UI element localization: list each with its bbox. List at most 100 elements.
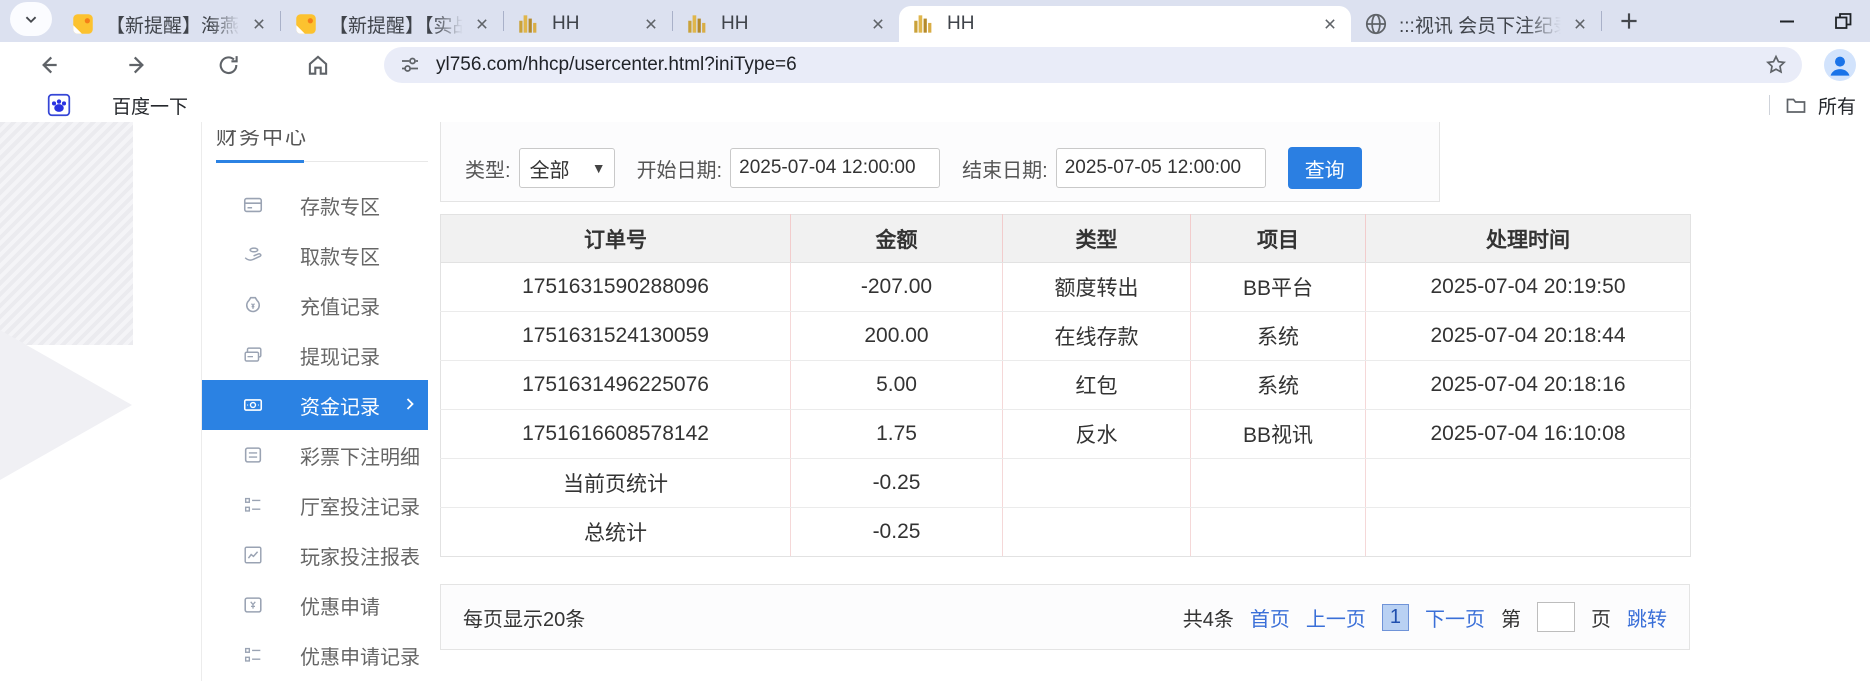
sidebar-item-deposit-zone[interactable]: 存款专区 [202, 180, 428, 230]
site-settings-icon[interactable] [398, 53, 422, 77]
cell-empty [1366, 508, 1691, 557]
tab-close-icon[interactable] [1569, 13, 1591, 35]
tab-divider [1601, 11, 1602, 31]
sidebar-item-label: 取款专区 [300, 241, 380, 270]
sidebar-item-player-bet-report[interactable]: 玩家投注报表 [202, 530, 428, 580]
start-date-label: 开始日期: [637, 154, 723, 183]
tab-title: HH [552, 13, 632, 35]
page-content: 财务中心 存款专区 取款专区 充值记录 提现记录 [0, 122, 1870, 681]
first-page-link[interactable]: 首页 [1250, 603, 1290, 632]
sidebar-item-lottery-bet-details[interactable]: 彩票下注明细 [202, 430, 428, 480]
sidebar-item-label: 存款专区 [300, 191, 380, 220]
tab-title: HH [947, 13, 1311, 35]
cell-empty [1003, 508, 1191, 557]
start-date-input[interactable] [730, 148, 940, 188]
jump-button[interactable]: 跳转 [1627, 603, 1667, 632]
cell-order-id: 1751616608578142 [441, 410, 791, 459]
restore-icon [1836, 14, 1851, 28]
tab-hh-2[interactable]: HH [673, 6, 899, 42]
cell-empty [1191, 459, 1366, 508]
cell-type: 在线存款 [1003, 312, 1191, 361]
cell-empty [1366, 459, 1691, 508]
tab-search-button[interactable] [10, 2, 52, 36]
background-pattern [0, 122, 133, 345]
reload-button[interactable] [206, 45, 250, 85]
window-controls [1774, 8, 1870, 34]
forward-button[interactable] [116, 45, 160, 85]
cell-item: 系统 [1191, 312, 1366, 361]
tab-forum-1[interactable]: 【新提醒】海燕策略论坛综 [58, 6, 280, 42]
all-bookmarks-button[interactable]: 所有 [1784, 92, 1870, 119]
query-button[interactable]: 查询 [1288, 147, 1362, 189]
type-select-value: 全部 [530, 154, 570, 183]
table-row: 1751616608578142 1.75 反水 BB视讯 2025-07-04… [441, 410, 1691, 459]
cell-item: BB平台 [1191, 263, 1366, 312]
table-header-row: 订单号 金额 类型 项目 处理时间 [441, 215, 1691, 263]
chart-icon [242, 544, 264, 566]
cell-empty [1191, 508, 1366, 557]
table-row: 1751631590288096 -207.00 额度转出 BB平台 2025-… [441, 263, 1691, 312]
tab-forum-2[interactable]: 【新提醒】【实战有奖】活 [281, 6, 503, 42]
profile-avatar[interactable] [1824, 49, 1856, 81]
end-date-input[interactable] [1056, 148, 1266, 188]
background-triangle [0, 330, 132, 480]
sidebar-item-promo-apply-records[interactable]: 优惠申请记录 [202, 630, 428, 680]
restore-button[interactable] [1830, 8, 1856, 34]
tab-title: 【新提醒】海燕策略论坛综 [106, 11, 240, 38]
cell-label: 总统计 [441, 508, 791, 557]
sidebar-item-recharge-records[interactable]: 充值记录 [202, 280, 428, 330]
next-page-link[interactable]: 下一页 [1425, 603, 1485, 632]
sidebar-item-label: 提现记录 [300, 341, 380, 370]
tab-hh-active[interactable]: HH [899, 6, 1351, 42]
chevron-down-icon [26, 17, 35, 22]
sidebar-item-promo-apply[interactable]: 优惠申请 [202, 580, 428, 630]
wallet-icon [242, 344, 264, 366]
bookmark-star-icon[interactable] [1764, 53, 1788, 77]
sidebar-item-label: 资金记录 [300, 391, 380, 420]
sidebar-title-underline [216, 160, 304, 163]
list-icon [242, 644, 264, 666]
table-row: 1751631496225076 5.00 红包 系统 2025-07-04 2… [441, 361, 1691, 410]
sidebar-item-funds-records[interactable]: 资金记录 [202, 380, 428, 430]
sidebar-item-withdrawal-records[interactable]: 提现记录 [202, 330, 428, 380]
sidebar-item-withdraw-zone[interactable]: 取款专区 [202, 230, 428, 280]
sidebar-item-label: 充值记录 [300, 291, 380, 320]
pagination-bar: 每页显示20条 共4条 首页 上一页 1 下一页 第 页 跳转 [440, 584, 1690, 650]
jump-page-input[interactable] [1537, 602, 1575, 632]
cell-time: 2025-07-04 20:18:44 [1366, 312, 1691, 361]
home-button[interactable] [296, 45, 340, 85]
baidu-paw-icon [46, 92, 72, 118]
jump-prefix-label: 第 [1501, 603, 1521, 632]
tab-close-icon[interactable] [471, 13, 493, 35]
cell-amount: 1.75 [791, 410, 1003, 459]
tab-hh-1[interactable]: HH [504, 6, 672, 42]
new-tab-button[interactable] [1612, 4, 1646, 38]
funds-records-table: 订单号 金额 类型 项目 处理时间 1751631590288096 -207.… [440, 214, 1691, 557]
col-amount: 金额 [791, 215, 1003, 263]
tab-close-icon[interactable] [1319, 13, 1341, 35]
cell-time: 2025-07-04 20:19:50 [1366, 263, 1691, 312]
browser-window: 【新提醒】海燕策略论坛综 【新提醒】【实战有奖】活 HH HH HH [0, 0, 1870, 681]
list-icon [242, 494, 264, 516]
type-select[interactable]: 全部 ▼ [519, 148, 615, 188]
plus-icon [1621, 13, 1636, 28]
current-page-badge[interactable]: 1 [1382, 604, 1409, 631]
cell-order-id: 1751631590288096 [441, 263, 791, 312]
pagination-controls: 共4条 首页 上一页 1 下一页 第 页 跳转 [1183, 602, 1667, 632]
jump-suffix-label: 页 [1591, 603, 1611, 632]
ticket-icon [242, 594, 264, 616]
tab-close-icon[interactable] [867, 13, 889, 35]
tab-close-icon[interactable] [248, 13, 270, 35]
bookmark-baidu[interactable]: 百度一下 [46, 92, 188, 119]
table-row-grand-total: 总统计 -0.25 [441, 508, 1691, 557]
prev-page-link[interactable]: 上一页 [1306, 603, 1366, 632]
url-bar[interactable]: yl756.com/hhcp/usercenter.html?iniType=6 [384, 47, 1802, 83]
tab-close-icon[interactable] [640, 13, 662, 35]
tab-video-records[interactable]: :::视讯 会员下注纪录::: [1351, 6, 1601, 42]
url-text[interactable]: yl756.com/hhcp/usercenter.html?iniType=6 [436, 54, 797, 76]
sidebar-item-hall-bet-records[interactable]: 厅室投注记录 [202, 480, 428, 530]
filter-bar: 类型: 全部 ▼ 开始日期: 结束日期: 查询 [440, 122, 1440, 202]
col-item: 项目 [1191, 215, 1366, 263]
minimize-button[interactable] [1774, 8, 1800, 34]
back-button[interactable] [26, 45, 70, 85]
